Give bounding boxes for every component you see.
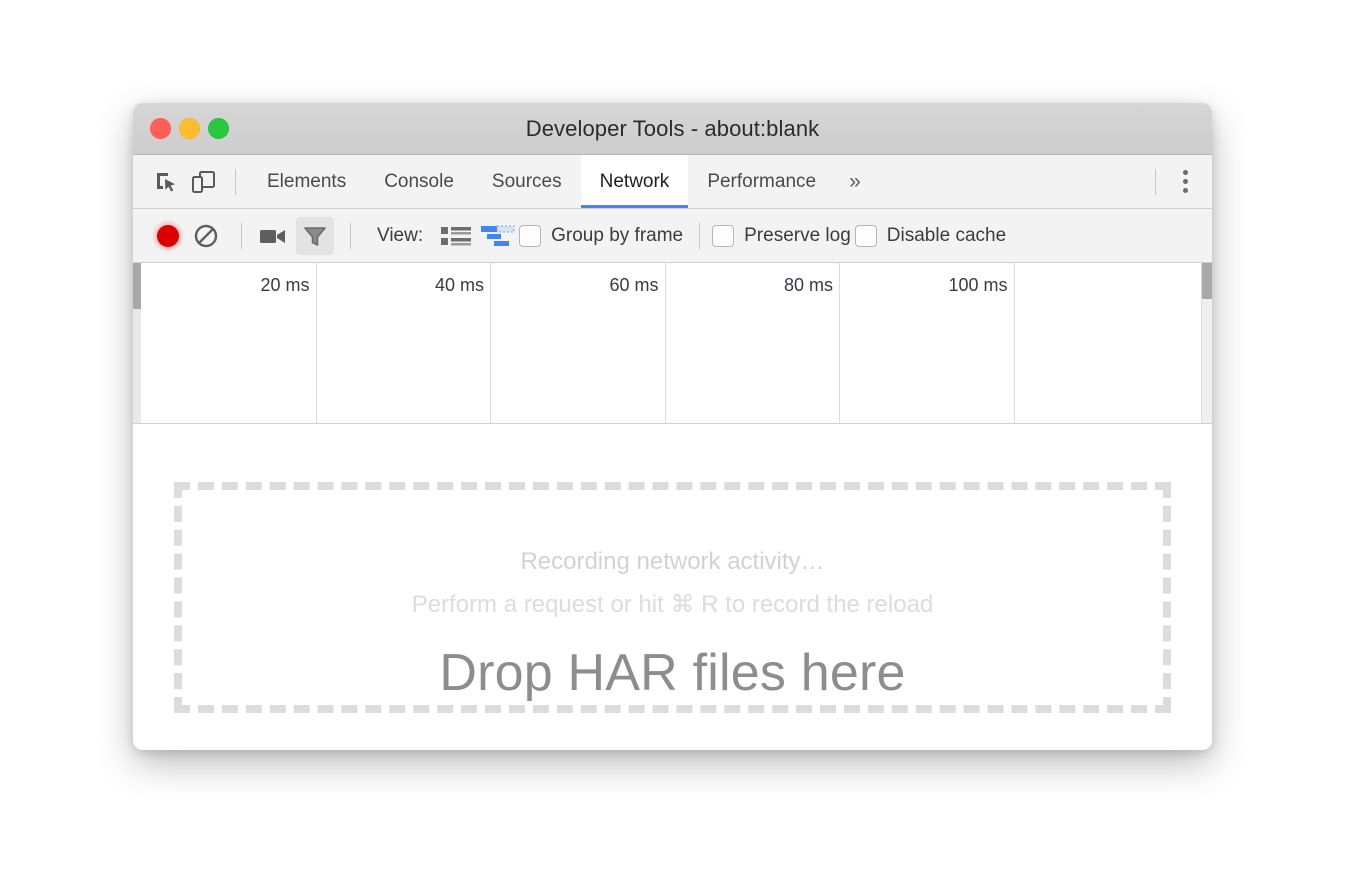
tab-elements[interactable]: Elements — [248, 155, 365, 208]
more-tabs-button[interactable]: » — [835, 155, 875, 208]
device-toolbar-icon[interactable] — [185, 163, 223, 201]
ruler-cell: 100 ms — [840, 263, 1015, 423]
timeline-left-scrollbar-thumb[interactable] — [133, 263, 141, 309]
ruler-cell: 20 ms — [142, 263, 317, 423]
tab-performance[interactable]: Performance — [688, 155, 835, 208]
view-label: View: — [377, 225, 423, 247]
list-view-button[interactable] — [435, 218, 477, 254]
tabbar-right-group — [1143, 155, 1202, 208]
disable-cache-label: Disable cache — [887, 225, 1006, 247]
tab-elements-label: Elements — [267, 171, 346, 193]
preserve-log-checkbox[interactable] — [712, 225, 734, 247]
tabbar-divider — [235, 169, 236, 195]
har-dropzone[interactable]: Drop HAR files here — [174, 482, 1171, 713]
tab-network-label: Network — [600, 171, 670, 193]
group-by-frame-checkbox-item[interactable]: Group by frame — [519, 225, 683, 247]
tab-console[interactable]: Console — [365, 155, 473, 208]
tabbar-right-divider — [1155, 169, 1156, 195]
ruler-cell — [1015, 263, 1189, 423]
inspect-element-icon[interactable] — [147, 163, 185, 201]
toolbar-divider-3 — [699, 223, 700, 249]
network-timeline-overview[interactable]: 20 ms 40 ms 60 ms 80 ms 100 ms — [133, 263, 1212, 424]
ruler-tick-label: 20 ms — [260, 275, 309, 296]
timeline-right-scrollbar-thumb[interactable] — [1202, 263, 1212, 299]
waterfall-view-button[interactable] — [477, 218, 519, 254]
ruler-cell: 40 ms — [317, 263, 492, 423]
traffic-lights — [150, 103, 229, 154]
preserve-log-checkbox-item[interactable]: Preserve log — [712, 225, 851, 247]
window-title: Developer Tools - about:blank — [133, 116, 1212, 142]
timeline-ruler: 20 ms 40 ms 60 ms 80 ms 100 ms — [142, 263, 1188, 423]
tab-sources[interactable]: Sources — [473, 155, 581, 208]
tab-console-label: Console — [384, 171, 454, 193]
ruler-tick-label: 40 ms — [435, 275, 484, 296]
disable-cache-checkbox[interactable] — [855, 225, 877, 247]
clear-button[interactable] — [187, 217, 225, 255]
toolbar-divider-1 — [241, 223, 242, 249]
network-toolbar: View: Group by frame — [133, 209, 1212, 263]
disable-cache-checkbox-item[interactable]: Disable cache — [855, 225, 1006, 247]
toolbar-divider-2 — [350, 223, 351, 249]
window-titlebar: Developer Tools - about:blank — [133, 103, 1212, 155]
ruler-cell: 60 ms — [491, 263, 666, 423]
tab-performance-label: Performance — [707, 171, 816, 193]
more-tabs-label: » — [849, 170, 861, 194]
tab-network[interactable]: Network — [581, 155, 689, 208]
close-window-button[interactable] — [150, 118, 171, 139]
network-requests-panel[interactable]: Recording network activity… Perform a re… — [133, 424, 1212, 750]
filter-button[interactable] — [296, 217, 334, 255]
ruler-tick-label: 80 ms — [784, 275, 833, 296]
ruler-tick-label: 100 ms — [948, 275, 1007, 296]
ruler-cell: 80 ms — [666, 263, 841, 423]
capture-screenshots-button[interactable] — [254, 217, 292, 255]
devtools-window: Developer Tools - about:blank Elements C… — [133, 103, 1212, 750]
devtools-tabbar: Elements Console Sources Network Perform… — [133, 155, 1212, 209]
maximize-window-button[interactable] — [208, 118, 229, 139]
timeline-right-scrollbar[interactable] — [1201, 263, 1212, 423]
ruler-tick-label: 60 ms — [609, 275, 658, 296]
kebab-menu-icon[interactable] — [1168, 163, 1202, 201]
tab-list: Elements Console Sources Network Perform… — [248, 155, 875, 208]
record-button[interactable] — [149, 217, 187, 255]
drop-hint-label: Drop HAR files here — [182, 643, 1163, 703]
group-by-frame-checkbox[interactable] — [519, 225, 541, 247]
tab-sources-label: Sources — [492, 171, 562, 193]
group-by-frame-label: Group by frame — [551, 225, 683, 247]
preserve-log-label: Preserve log — [744, 225, 851, 247]
minimize-window-button[interactable] — [179, 118, 200, 139]
timeline-left-scrollbar[interactable] — [133, 263, 141, 423]
record-dot-icon — [157, 225, 179, 247]
